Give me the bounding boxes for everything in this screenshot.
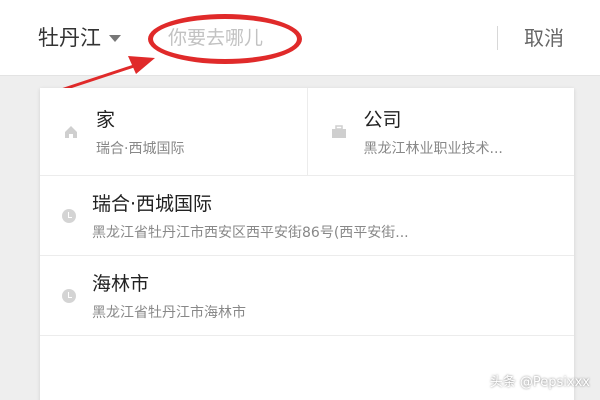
history-item[interactable]: 海林市 黑龙江省牡丹江市海林市 [40, 256, 574, 336]
clock-icon [62, 208, 76, 223]
quick-places: 家 瑞合·西城国际 公司 黑龙江林业职业技术... [40, 88, 574, 176]
quick-place-name: 家 [96, 109, 116, 131]
caret-down-icon [109, 34, 121, 42]
clock-icon [62, 288, 76, 303]
divider [497, 26, 498, 50]
watermark: 头条 @Pepsixxx [489, 375, 590, 390]
briefcase-icon [330, 123, 348, 141]
history-item[interactable]: 瑞合·西城国际 黑龙江省牡丹江市西安区西平安街86号(西平安街... [40, 176, 574, 256]
quick-place-home[interactable]: 家 瑞合·西城国际 [40, 88, 307, 175]
suggestions-panel: 家 瑞合·西城国际 公司 黑龙江林业职业技术... 瑞合·西城国际 黑龙江省牡丹… [40, 88, 574, 400]
quick-place-address: 黑龙江林业职业技术... [363, 141, 503, 157]
history-item-address: 黑龙江省牡丹江市海林市 [92, 305, 246, 321]
annotation-circle [148, 14, 302, 64]
city-label: 牡丹江 [38, 26, 101, 50]
history-item-name: 海林市 [92, 273, 150, 295]
home-icon [62, 123, 80, 141]
quick-place-address: 瑞合·西城国际 [96, 141, 185, 157]
quick-place-name: 公司 [363, 109, 402, 131]
history-item-name: 瑞合·西城国际 [92, 193, 213, 215]
cancel-button[interactable]: 取消 [524, 22, 564, 51]
quick-place-work[interactable]: 公司 黑龙江林业职业技术... [306, 88, 575, 175]
city-selector[interactable]: 牡丹江 [38, 22, 121, 52]
history-item-address: 黑龙江省牡丹江市西安区西平安街86号(西平安街... [92, 225, 409, 241]
